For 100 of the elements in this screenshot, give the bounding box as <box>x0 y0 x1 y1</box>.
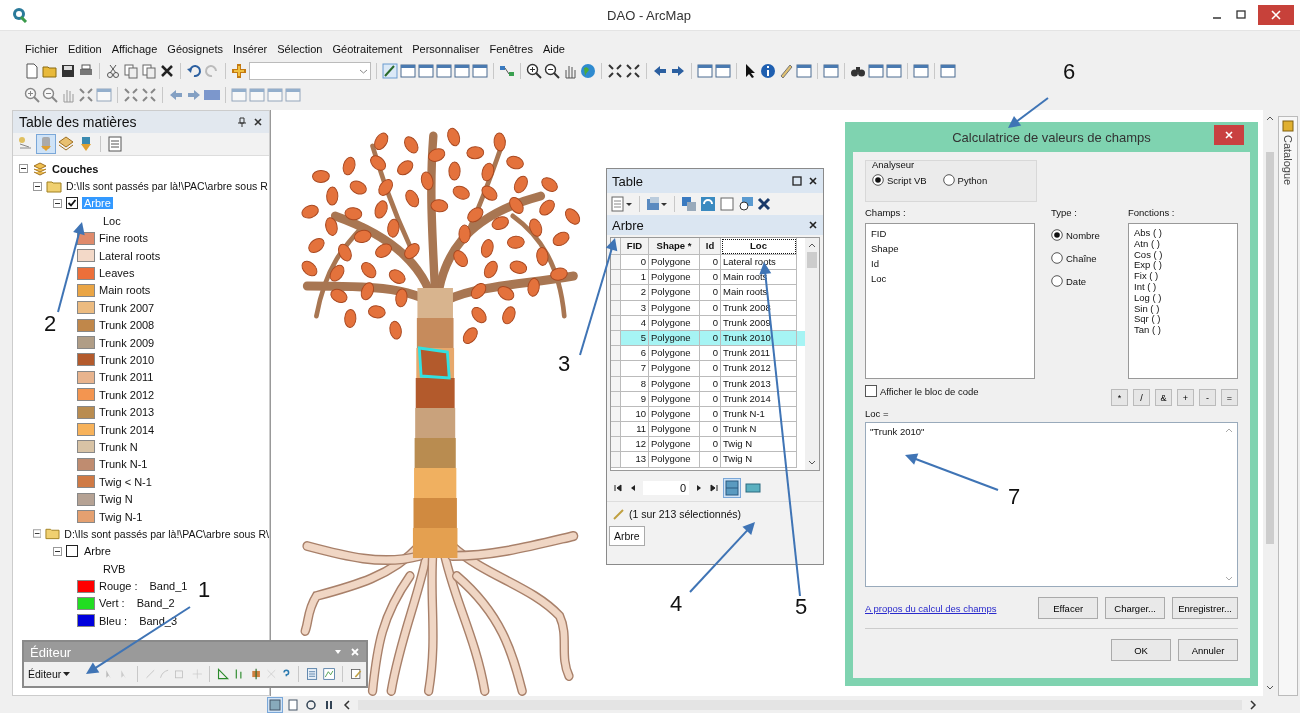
collapse-icon[interactable] <box>19 164 28 174</box>
table-row[interactable]: 2 Polygone 0 Main roots <box>611 285 805 301</box>
scissors-icon[interactable] <box>105 63 121 79</box>
undo-icon[interactable] <box>186 63 202 79</box>
column-header[interactable]: FID <box>621 238 649 255</box>
dialog-button[interactable]: Enregistrer... <box>1172 597 1238 619</box>
radio-button[interactable] <box>872 174 884 186</box>
maximize-icon[interactable] <box>1234 8 1248 22</box>
scrollbar-thumb[interactable] <box>1265 152 1274 544</box>
window-icon[interactable] <box>231 87 247 103</box>
operator-button[interactable]: = <box>1221 389 1238 406</box>
menu-item[interactable]: Aide <box>537 43 570 55</box>
list-item[interactable]: Exp ( ) <box>1134 260 1232 272</box>
add-data-icon[interactable] <box>231 63 247 79</box>
first-record-icon[interactable] <box>613 483 623 493</box>
menu-item[interactable]: Sélection <box>272 43 328 55</box>
select-by-attributes-icon[interactable] <box>681 196 697 212</box>
dialog-button[interactable]: Annuler <box>1178 639 1238 661</box>
radio-button[interactable] <box>1051 252 1063 264</box>
list-item[interactable]: Int ( ) <box>1134 282 1232 293</box>
options-icon[interactable] <box>106 135 124 153</box>
refresh-icon[interactable] <box>304 697 318 712</box>
help-link[interactable]: A propos du calcul des champs <box>865 602 997 614</box>
menu-item[interactable]: Affichage <box>106 43 163 55</box>
delete-icon[interactable] <box>757 197 771 211</box>
window-icon[interactable] <box>436 63 452 79</box>
table-options-icon[interactable] <box>611 196 633 212</box>
menu-item[interactable]: Personnaliser <box>407 43 485 55</box>
tree-item[interactable]: D:\Ils sont passés par là!\PAC\arbre sous R <box>66 180 268 193</box>
record-field[interactable]: 0 <box>643 481 689 495</box>
catalog-icon[interactable] <box>1282 120 1294 132</box>
list-item[interactable]: Sqr ( ) <box>1134 314 1232 326</box>
layer-item[interactable]: Arbre <box>82 545 113 558</box>
copy-icon[interactable] <box>123 63 139 79</box>
forward-arrow-icon[interactable] <box>670 63 686 79</box>
table-row[interactable]: 6 Polygone 0 Trunk 2011 <box>611 346 805 362</box>
window-icon[interactable] <box>796 63 812 79</box>
window-icon[interactable] <box>400 63 416 79</box>
new-file-icon[interactable] <box>24 63 40 79</box>
back-arrow-icon[interactable] <box>652 63 668 79</box>
table-row[interactable]: 7 Polygone 0 Trunk 2012 <box>611 361 805 377</box>
save-icon[interactable] <box>60 63 76 79</box>
close-icon[interactable] <box>808 220 818 230</box>
radio-label[interactable]: Chaîne <box>1066 252 1097 264</box>
editor-menu[interactable]: Éditeur <box>28 668 71 680</box>
checkbox[interactable] <box>66 197 78 210</box>
close-icon[interactable] <box>808 176 818 186</box>
zoom-out-icon[interactable] <box>544 63 560 79</box>
collapse-icon[interactable] <box>33 529 42 539</box>
operator-button[interactable]: / <box>1133 389 1150 406</box>
layers-icon[interactable] <box>57 135 75 153</box>
sketch-properties-icon[interactable] <box>322 666 335 682</box>
dialog-button[interactable]: Charger... <box>1105 597 1166 619</box>
related-tables-icon[interactable] <box>646 196 668 212</box>
window-icon[interactable] <box>96 87 112 103</box>
list-item[interactable]: FID <box>871 228 1029 239</box>
edit-icon[interactable] <box>382 63 398 79</box>
checkbox[interactable] <box>865 385 877 397</box>
extent-icon[interactable] <box>607 63 623 79</box>
list-item[interactable]: Abs ( ) <box>1134 228 1232 239</box>
window-icon[interactable] <box>868 63 884 79</box>
zoom-to-selected-icon[interactable] <box>738 196 754 212</box>
list-item[interactable]: Sin ( ) <box>1134 303 1232 315</box>
column-header[interactable]: Shape * <box>649 238 700 255</box>
maximize-icon[interactable] <box>792 176 802 186</box>
window-icon[interactable] <box>454 63 470 79</box>
menu-item[interactable]: Insérer <box>228 43 273 55</box>
window-icon[interactable] <box>249 87 265 103</box>
catalog-tab[interactable]: Catalogue <box>1278 116 1298 696</box>
functions-list[interactable]: Abs ( ) Atn ( ) Cos ( ) Exp ( ) Fix ( ) Int ( ) Log ( ) Sin ( ) Sqr ( ) Tan ( ) <box>1128 223 1238 379</box>
list-item[interactable]: Loc <box>871 273 1029 284</box>
show-all-records-icon[interactable] <box>724 479 740 497</box>
menu-item[interactable]: Géosignets <box>162 43 228 55</box>
info-icon[interactable] <box>760 63 776 79</box>
scroll-down-icon[interactable] <box>1264 684 1275 692</box>
window-icon[interactable] <box>715 63 731 79</box>
list-item[interactable]: Tan ( ) <box>1134 325 1232 336</box>
split-icon[interactable] <box>249 666 262 682</box>
operator-button[interactable]: + <box>1177 389 1194 406</box>
forward-arrow-icon[interactable] <box>186 87 202 103</box>
zoom-in-icon[interactable] <box>526 63 542 79</box>
sketch-tools-icon[interactable] <box>349 666 362 682</box>
vertices-icon[interactable] <box>217 666 230 682</box>
window-icon[interactable] <box>913 63 929 79</box>
list-item[interactable]: Shape <box>871 243 1029 254</box>
table-row[interactable]: 13 Polygone 0 Twig N <box>611 452 805 468</box>
table-row[interactable]: 9 Polygone 0 Trunk 2014 <box>611 391 805 407</box>
table-tab[interactable]: Arbre <box>609 526 645 546</box>
collapse-icon[interactable] <box>33 181 42 191</box>
list-item[interactable]: Fix ( ) <box>1134 271 1232 282</box>
radio-button[interactable] <box>1051 229 1063 241</box>
table-row[interactable]: 10 Polygone 0 Trunk N-1 <box>611 406 805 423</box>
switch-selection-icon[interactable] <box>700 196 716 212</box>
zoom-level-icon[interactable] <box>204 87 220 103</box>
window-icon[interactable] <box>823 63 839 79</box>
radio-button[interactable] <box>942 174 955 186</box>
operator-button[interactable]: & <box>1155 389 1172 406</box>
scroll-up-icon[interactable] <box>1264 114 1275 122</box>
last-record-icon[interactable] <box>709 483 719 493</box>
show-selected-records-icon[interactable] <box>745 482 761 494</box>
